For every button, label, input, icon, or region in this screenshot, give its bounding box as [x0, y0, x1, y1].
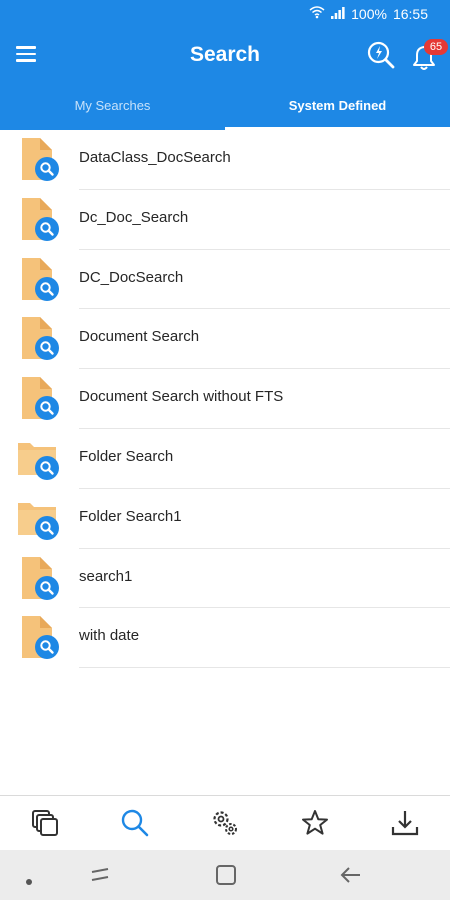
home-button[interactable] — [213, 862, 239, 893]
list-item[interactable]: Document Search — [0, 309, 450, 370]
status-bar: 100% 16:55 — [0, 0, 450, 28]
notifications-button[interactable]: 65 — [408, 39, 448, 74]
list-item[interactable]: with date — [0, 608, 450, 669]
star-icon — [302, 810, 328, 835]
search-name-label: DataClass_DocSearch — [79, 149, 231, 166]
back-button[interactable] — [338, 862, 364, 893]
list-item[interactable]: Folder Search1 — [0, 489, 450, 549]
search-name-label: Dc_Doc_Search — [79, 208, 189, 226]
nav-settings[interactable] — [180, 796, 270, 850]
document-search-icon — [16, 256, 66, 306]
search-action-icon — [367, 41, 395, 69]
bottom-navigation — [0, 795, 450, 850]
document-search-icon — [16, 375, 66, 425]
list-item[interactable]: DC_DocSearch — [0, 250, 450, 310]
clock: 16:55 — [392, 5, 428, 22]
tab-bar: My Searches System Defined — [0, 82, 450, 130]
document-search-icon — [16, 196, 66, 246]
tab-system-defined[interactable]: System Defined — [225, 82, 450, 130]
notification-badge: 65 — [424, 39, 448, 55]
list-item[interactable]: Document Search without FTS — [0, 369, 450, 429]
recent-apps-icon — [91, 868, 109, 881]
search-icon — [121, 809, 149, 837]
system-navigation-bar — [0, 850, 450, 900]
dot-indicator-icon — [26, 872, 32, 890]
nav-downloads[interactable] — [360, 796, 450, 850]
search-action-button[interactable] — [366, 40, 396, 70]
nav-favorites[interactable] — [270, 796, 360, 850]
search-name-label: DC_DocSearch — [79, 268, 184, 286]
document-search-icon — [16, 555, 66, 605]
search-list: DataClass_DocSearch Dc_Doc_Search DC_Doc… — [0, 130, 450, 669]
list-item[interactable]: DataClass_DocSearch — [0, 130, 450, 190]
wifi-icon — [309, 5, 325, 22]
search-name-label: Folder Search1 — [79, 507, 182, 525]
folder-search-icon — [16, 435, 66, 485]
recent-apps-button[interactable] — [88, 862, 114, 893]
folder-search-icon — [16, 495, 66, 545]
nav-documents[interactable] — [0, 796, 90, 850]
nav-search[interactable] — [90, 796, 180, 850]
back-arrow-icon — [340, 867, 360, 883]
list-item[interactable]: Dc_Doc_Search — [0, 190, 450, 250]
list-item[interactable]: Folder Search — [0, 429, 450, 489]
document-search-icon — [16, 614, 66, 664]
settings-icon — [213, 811, 237, 835]
search-name-label: Document Search — [79, 328, 200, 346]
home-icon — [216, 865, 236, 885]
tab-my-searches[interactable]: My Searches — [0, 82, 225, 130]
search-name-label: Folder Search — [79, 447, 174, 465]
download-icon — [391, 811, 419, 836]
signal-icon — [331, 6, 345, 22]
app-bar: Search 65 — [0, 28, 450, 82]
document-search-icon — [16, 136, 66, 186]
search-name-label: Document Search without FTS — [79, 388, 284, 406]
search-name-label: search1 — [79, 567, 133, 585]
documents-icon — [32, 810, 58, 836]
divider — [79, 667, 450, 669]
list-item[interactable]: search1 — [0, 549, 450, 609]
battery-level: 100% — [351, 5, 387, 22]
search-name-label: with date — [79, 627, 140, 645]
document-search-icon — [16, 315, 66, 365]
